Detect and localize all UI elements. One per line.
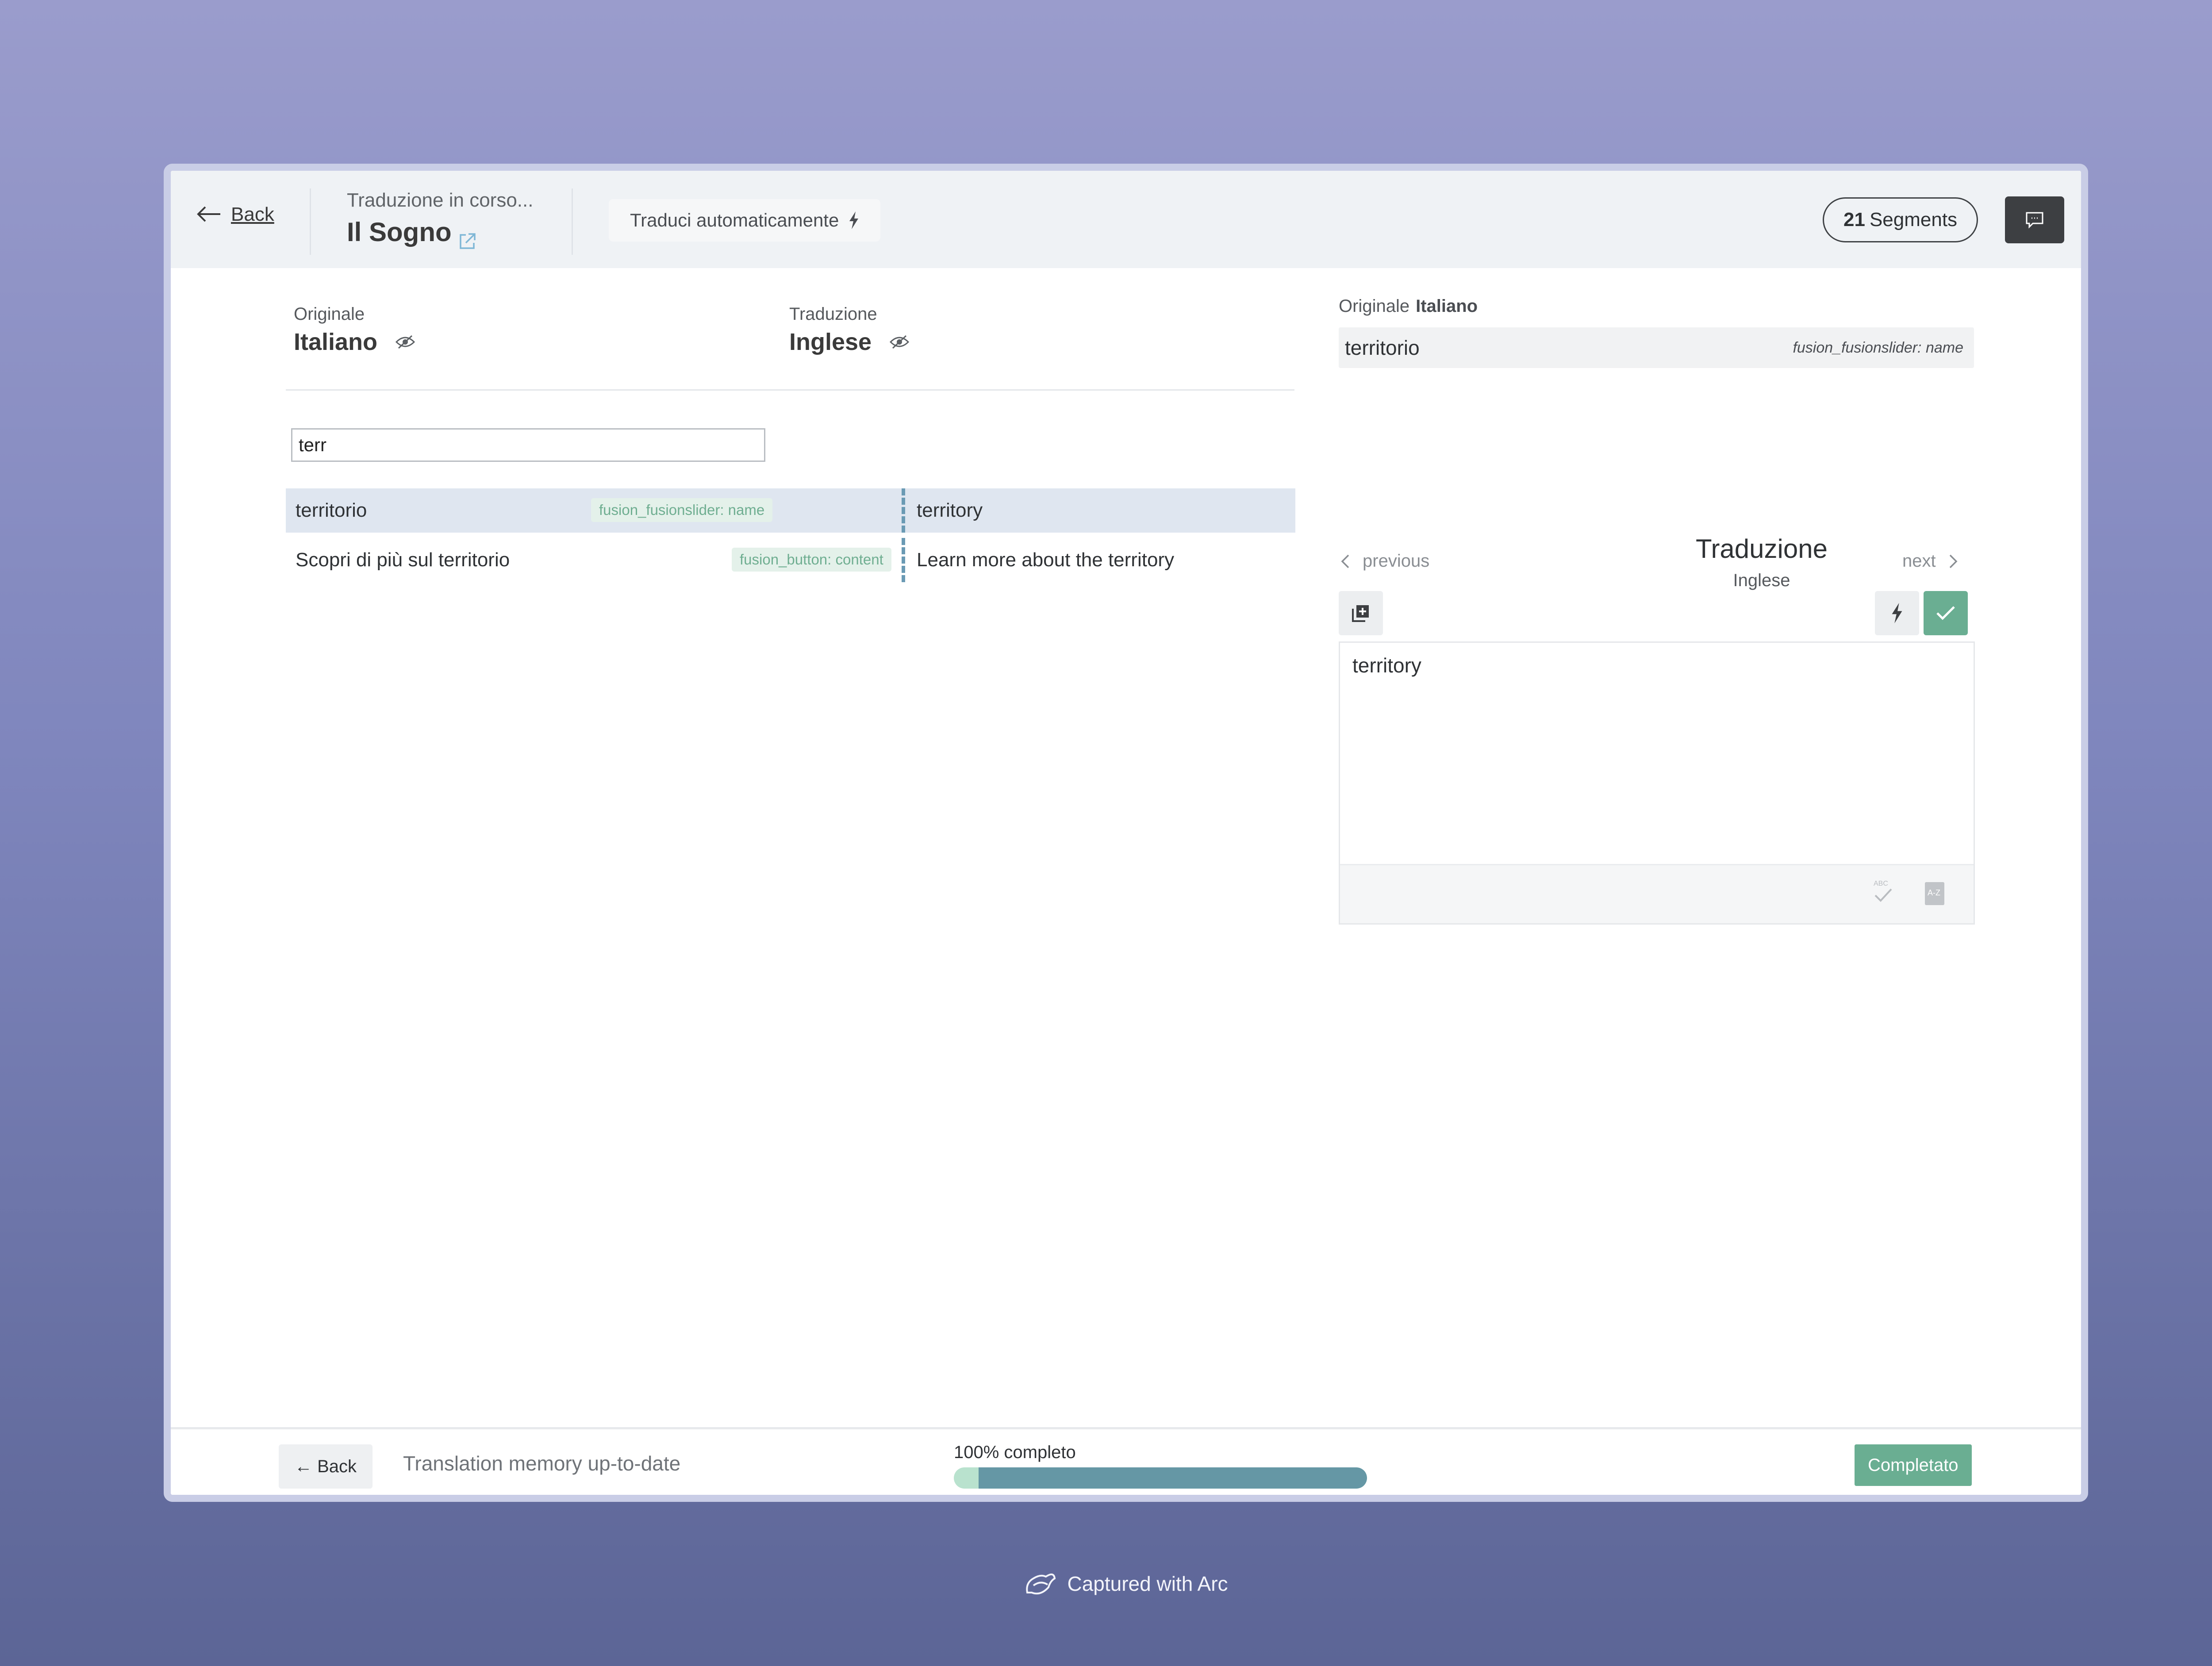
comments-button[interactable]: [2005, 196, 2064, 243]
target-language-name: Inglese: [789, 329, 872, 355]
translation-window: Back Traduzione in corso... Il Sogno Tra…: [164, 164, 2088, 1502]
footer-back-button[interactable]: ← Back: [279, 1444, 373, 1489]
segments-count-badge[interactable]: 21 Segments: [1823, 197, 1978, 242]
project-title: Il Sogno: [347, 217, 477, 249]
external-link-icon[interactable]: [458, 226, 477, 249]
back-arrow-icon: [196, 202, 221, 227]
arc-logo-icon: [1026, 1573, 1056, 1595]
translation-title: Traduzione: [1696, 534, 1828, 564]
top-bar: Back Traduzione in corso... Il Sogno Tra…: [171, 171, 2081, 268]
original-heading: Originale Italiano: [1339, 296, 1478, 316]
progress-label: 100% completo: [954, 1443, 1076, 1462]
chevron-left-icon: [1341, 554, 1349, 568]
source-language-name: Italiano: [294, 329, 378, 355]
back-label: Back: [231, 203, 274, 225]
eye-slash-icon[interactable]: [889, 334, 910, 350]
capture-credit: Captured with Arc: [0, 1570, 2212, 1598]
svg-text:ABC: ABC: [1874, 880, 1888, 887]
segment-tag: fusion_fusionslider: name: [591, 498, 773, 522]
copy-source-icon: [1352, 605, 1369, 622]
original-text-box: territorio fusion_fusionslider: name: [1339, 327, 1974, 368]
project-status: Traduzione in corso...: [347, 189, 534, 211]
original-label: Originale: [1339, 296, 1410, 316]
lightning-icon: [849, 211, 859, 229]
previous-label: previous: [1363, 551, 1430, 571]
eye-slash-icon[interactable]: [395, 334, 415, 350]
footer-bar: ← Back Translation memory up-to-date 100…: [171, 1427, 2081, 1495]
segment-source: Scopri di più sul territorio: [296, 549, 510, 571]
segment-search-input[interactable]: [291, 428, 765, 462]
target-language: Inglese: [789, 328, 910, 356]
lightning-icon: [1892, 603, 1902, 623]
machine-translate-button[interactable]: [1875, 591, 1919, 635]
target-language-label: Traduzione: [789, 304, 877, 324]
editor-toolbar: ABC A-Z: [1340, 864, 1974, 923]
original-language: Italiano: [1416, 296, 1478, 316]
svg-text:A-Z: A-Z: [1928, 888, 1940, 897]
auto-translate-button[interactable]: Traduci automaticamente: [609, 199, 881, 242]
translation-memory-status: Translation memory up-to-date: [403, 1452, 681, 1475]
header-divider: [310, 188, 311, 255]
chevron-right-icon: [1949, 554, 1958, 568]
segment-target: territory: [917, 499, 983, 521]
original-text: territorio: [1345, 336, 1420, 359]
previous-segment-button[interactable]: previous: [1340, 551, 1429, 571]
check-icon: [1936, 606, 1955, 620]
segment-divider: [902, 538, 905, 582]
header-divider: [572, 188, 573, 255]
progress-bar: [954, 1467, 1367, 1489]
spellcheck-icon[interactable]: ABC: [1872, 878, 1895, 906]
next-label: next: [1902, 551, 1936, 571]
source-language-label: Originale: [294, 304, 365, 324]
glossary-icon[interactable]: A-Z: [1923, 880, 1946, 907]
auto-translate-label: Traduci automaticamente: [630, 210, 839, 230]
complete-button[interactable]: Completato: [1855, 1444, 1972, 1486]
segment-source: territorio: [296, 499, 367, 521]
segments-count: 21: [1843, 209, 1865, 230]
segment-tag: fusion_button: content: [732, 548, 891, 572]
segments-label: Segments: [1869, 209, 1958, 230]
back-link[interactable]: Back: [196, 202, 274, 227]
project-title-text: Il Sogno: [347, 217, 452, 247]
translation-editor[interactable]: territory ABC A-Z: [1339, 641, 1975, 925]
copy-source-button[interactable]: [1339, 591, 1383, 635]
translation-editor-text[interactable]: territory: [1352, 653, 1421, 677]
translation-language: Inglese: [1733, 571, 1790, 590]
segment-row[interactable]: Scopri di più sul territorio fusion_butt…: [286, 538, 1295, 582]
next-segment-button[interactable]: next: [1902, 551, 1958, 571]
source-language: Italiano: [294, 328, 415, 356]
capture-credit-text: Captured with Arc: [1067, 1572, 1228, 1595]
original-tag: fusion_fusionslider: name: [1793, 339, 1963, 356]
progress-fill: [979, 1467, 1367, 1489]
segment-target: Learn more about the territory: [917, 549, 1175, 571]
segment-row[interactable]: territorio fusion_fusionslider: name ter…: [286, 488, 1295, 533]
confirm-translation-button[interactable]: [1924, 591, 1968, 635]
segment-divider: [902, 488, 905, 533]
chat-icon: [2026, 212, 2043, 229]
header-separator: [286, 389, 1294, 391]
